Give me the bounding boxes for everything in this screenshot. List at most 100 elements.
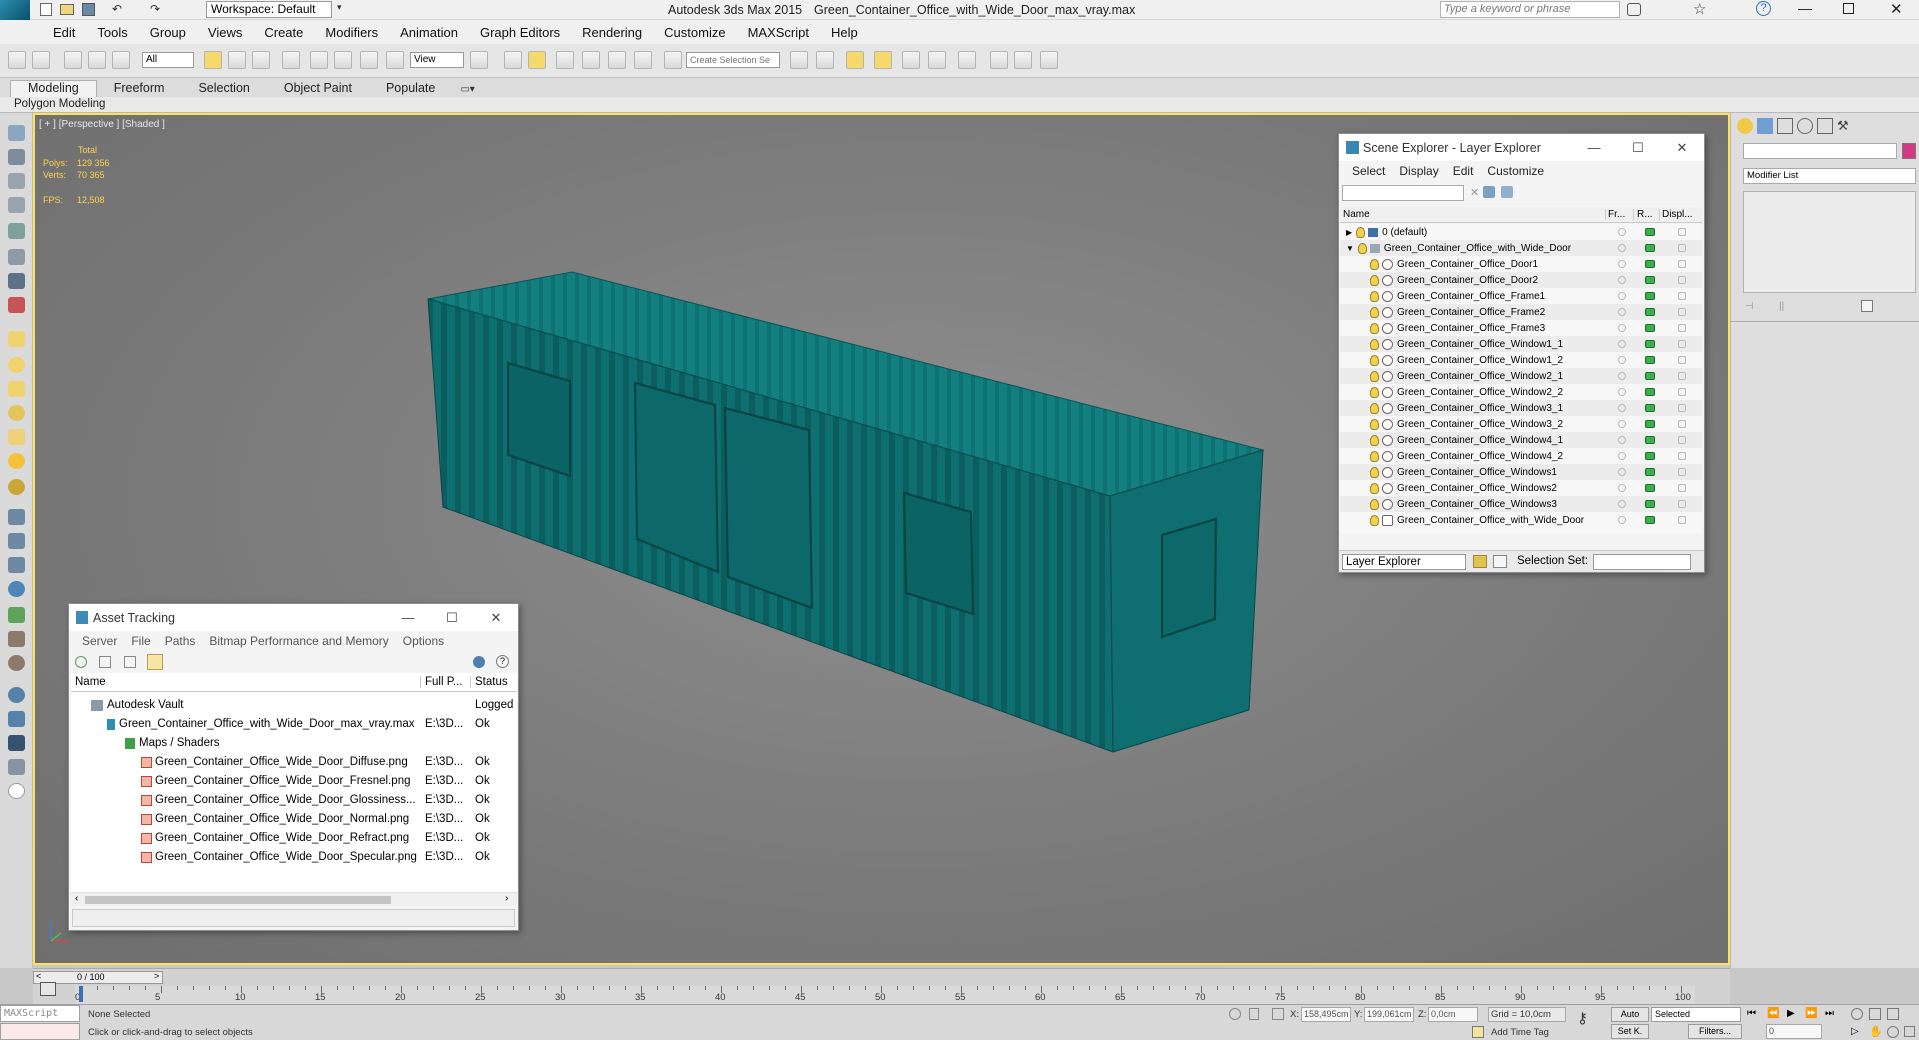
light-bulb-icon[interactable] [1370, 498, 1379, 510]
modifier-list-dropdown[interactable]: Modifier List [1743, 168, 1916, 184]
maxscript-output[interactable] [0, 1023, 80, 1040]
display-toggle-icon[interactable] [1678, 516, 1686, 524]
column-name[interactable]: Name [1340, 209, 1606, 220]
display-toggle-icon[interactable] [1678, 420, 1686, 428]
display-toggle-icon[interactable] [1678, 340, 1686, 348]
render-production-icon[interactable] [1040, 51, 1058, 69]
refresh-icon[interactable] [75, 656, 87, 668]
renderable-toggle-icon[interactable] [1645, 356, 1655, 364]
window-crossing-icon[interactable] [282, 51, 300, 69]
workspace-chevron-icon[interactable]: ▾ [337, 2, 342, 13]
percent-snap-icon[interactable] [608, 51, 626, 69]
detail-view-icon[interactable] [124, 656, 136, 668]
table-view-icon[interactable] [147, 654, 163, 670]
asset-row[interactable]: Green_Container_Office_Wide_Door_Fresnel… [71, 772, 517, 790]
asset-menu-bitmap-performance[interactable]: Bitmap Performance and Memory [202, 634, 395, 648]
selection-filter-dropdown[interactable]: All [142, 52, 194, 68]
new-file-icon[interactable] [40, 3, 52, 16]
light-bulb-icon[interactable] [1370, 290, 1379, 302]
light-bulb-icon[interactable] [1370, 338, 1379, 350]
modifier-stack[interactable] [1743, 191, 1916, 293]
system-icon[interactable] [8, 557, 25, 573]
hierarchy-icon[interactable] [8, 249, 25, 265]
pivot-center-icon[interactable] [470, 51, 488, 69]
viewport-tool-icon[interactable] [8, 125, 25, 141]
hierarchy-toggle-icon[interactable] [1493, 555, 1507, 568]
align-icon[interactable] [816, 51, 834, 69]
column-display[interactable]: Displ... [1660, 209, 1700, 220]
asset-tracking-minimize-button[interactable]: — [386, 604, 430, 631]
key-filter-dropdown[interactable]: Selected [1651, 1007, 1741, 1022]
move-icon[interactable] [310, 51, 328, 69]
display-toggle-icon[interactable] [1678, 500, 1686, 508]
menu-maxscript[interactable]: MAXScript [737, 25, 820, 40]
menu-rendering[interactable]: Rendering [571, 25, 653, 40]
asset-tracking-titlebar[interactable]: Asset Tracking — ☐ ✕ [69, 604, 518, 631]
scene-explorer-close-button[interactable]: ✕ [1660, 134, 1704, 161]
light-bulb-icon[interactable] [1370, 514, 1379, 526]
keyboard-shortcut-icon[interactable] [528, 51, 546, 69]
frozen-toggle-icon[interactable] [1618, 308, 1626, 316]
asset-tracking-close-button[interactable]: ✕ [474, 604, 518, 631]
curve-editor-icon[interactable] [902, 51, 920, 69]
renderable-toggle-icon[interactable] [1645, 388, 1655, 396]
frozen-toggle-icon[interactable] [1618, 500, 1626, 508]
reference-coordinate-dropdown[interactable]: View [410, 52, 464, 68]
asset-column-status[interactable]: Status [471, 676, 515, 688]
menu-create[interactable]: Create [253, 25, 314, 40]
list-view-icon[interactable] [99, 656, 111, 668]
asset-menu-options[interactable]: Options [396, 634, 451, 648]
z-coordinate-field[interactable]: 0,0cm [1428, 1007, 1478, 1022]
light-bulb-icon[interactable] [1370, 466, 1379, 478]
particle-icon[interactable] [8, 631, 25, 647]
display-toggle-icon[interactable] [1678, 404, 1686, 412]
undo-button[interactable] [8, 51, 26, 69]
frozen-toggle-icon[interactable] [1618, 404, 1626, 412]
display-toggle-icon[interactable] [1678, 484, 1686, 492]
maximize-viewport-icon[interactable] [1904, 1026, 1915, 1037]
asset-menu-paths[interactable]: Paths [158, 634, 203, 648]
tab-modeling[interactable]: Modeling [10, 80, 97, 97]
frozen-toggle-icon[interactable] [1618, 516, 1626, 524]
box-primitive-icon[interactable] [8, 331, 25, 347]
light-bulb-icon[interactable] [1357, 242, 1367, 254]
globe-icon[interactable] [8, 581, 25, 597]
menu-customize[interactable]: Customize [653, 25, 736, 40]
material-editor-icon[interactable] [958, 51, 976, 69]
render-setup-icon[interactable] [990, 51, 1008, 69]
asset-row[interactable]: Autodesk Vault Logged [71, 696, 517, 714]
set-key-button[interactable]: Set K. [1611, 1024, 1649, 1039]
frozen-toggle-icon[interactable] [1618, 244, 1626, 252]
explorer-mode-dropdown[interactable]: Layer Explorer [1342, 554, 1466, 570]
shape-tool-icon[interactable] [8, 223, 25, 239]
renderable-toggle-icon[interactable] [1645, 420, 1655, 428]
cylinder-primitive-icon[interactable] [8, 381, 25, 397]
asset-column-name[interactable]: Name [71, 676, 421, 688]
selection-lock-icon[interactable] [1249, 1008, 1259, 1020]
renderable-toggle-icon[interactable] [1645, 324, 1655, 332]
column-renderable[interactable]: R... [1634, 209, 1660, 220]
renderable-toggle-icon[interactable] [1645, 516, 1655, 524]
scene-explorer-maximize-button[interactable]: ☐ [1616, 134, 1660, 161]
schematic-view-icon[interactable] [928, 51, 946, 69]
play-icon[interactable]: ▶ [1787, 1008, 1795, 1019]
light-bulb-icon[interactable] [1370, 274, 1379, 286]
time-slider-prev-icon[interactable]: < [36, 971, 41, 981]
asset-help-icon[interactable]: ? [496, 655, 509, 668]
maximize-window-button[interactable] [1843, 3, 1854, 14]
redo-button[interactable] [32, 51, 50, 69]
menu-help[interactable]: Help [820, 25, 869, 40]
light-bulb-icon[interactable] [1370, 418, 1379, 430]
display-toggle-icon[interactable] [1678, 228, 1686, 236]
light-bulb-icon[interactable] [1370, 258, 1379, 270]
renderable-toggle-icon[interactable] [1645, 484, 1655, 492]
named-selection-dropdown[interactable]: Create Selection Se [686, 52, 780, 68]
utilities-tab-icon[interactable]: ⚒ [1837, 118, 1853, 134]
renderable-toggle-icon[interactable] [1645, 452, 1655, 460]
polygon-modeling-label[interactable]: Polygon Modeling [14, 98, 105, 110]
renderable-toggle-icon[interactable] [1645, 468, 1655, 476]
frozen-toggle-icon[interactable] [1618, 356, 1626, 364]
minimize-window-button[interactable]: — [1798, 0, 1812, 16]
renderable-toggle-icon[interactable] [1645, 260, 1655, 268]
current-frame-marker[interactable] [79, 986, 83, 1002]
